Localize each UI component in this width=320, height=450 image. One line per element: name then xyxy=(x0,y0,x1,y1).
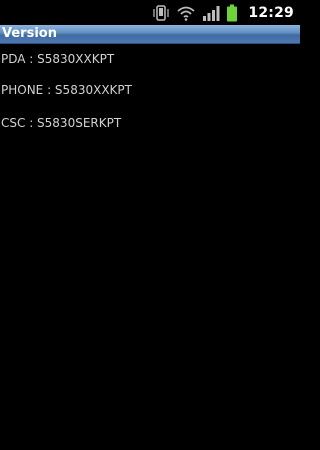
status-icons: 12:29 xyxy=(152,0,300,25)
csc-version-text: CSC : S5830SERKPT xyxy=(1,116,122,130)
page-title: Version xyxy=(2,26,57,41)
status-bar: 12:29 xyxy=(0,0,300,25)
pda-version-text: PDA : S5830XXKPT xyxy=(1,52,115,66)
status-clock: 12:29 xyxy=(248,4,294,21)
wifi-icon xyxy=(177,6,196,21)
battery-icon xyxy=(227,4,238,21)
title-bar: Version xyxy=(0,25,300,44)
phone-version-text: PHONE : S5830XXKPT xyxy=(1,83,132,97)
signal-icon xyxy=(203,5,220,21)
vibrate-icon xyxy=(153,4,170,21)
